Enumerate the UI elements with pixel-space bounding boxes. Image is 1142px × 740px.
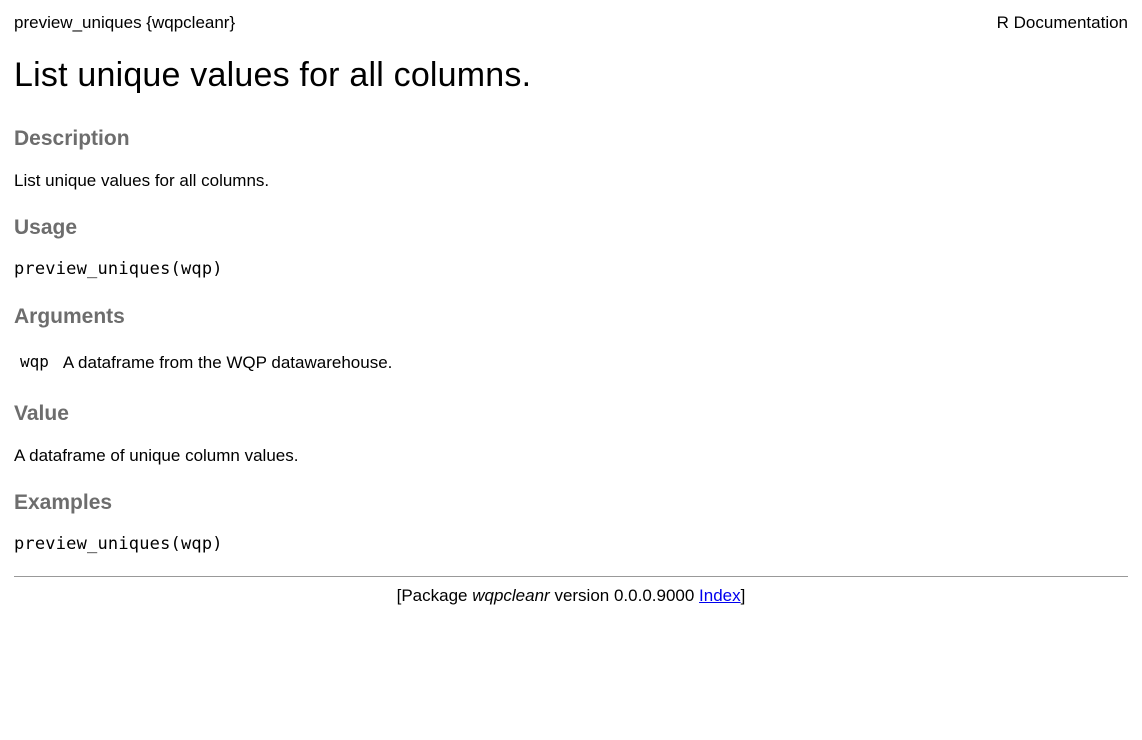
section-heading-value: Value [14,398,1128,430]
section-heading-description: Description [14,123,1128,155]
examples-code: preview_uniques(wqp) [14,532,1128,558]
argument-name: wqp [14,346,63,380]
footer: [Package wqpcleanr version 0.0.0.9000 In… [14,583,1128,609]
description-text: List unique values for all columns. [14,168,1128,194]
value-text: A dataframe of unique column values. [14,443,1128,469]
usage-code: preview_uniques(wqp) [14,257,1128,283]
footer-version: version 0.0.0.9000 [550,586,699,605]
footer-suffix: ] [741,586,746,605]
footer-index-link[interactable]: Index [699,586,741,605]
footer-prefix: [Package [397,586,473,605]
page-title: List unique values for all columns. [14,50,1128,101]
argument-row: wqp A dataframe from the WQP datawarehou… [14,346,400,380]
section-heading-usage: Usage [14,212,1128,244]
doc-header: preview_uniques {wqpcleanr} R Documentat… [14,10,1128,36]
section-heading-arguments: Arguments [14,301,1128,333]
footer-divider [14,576,1128,577]
arguments-table: wqp A dataframe from the WQP datawarehou… [14,346,400,380]
doc-type-label: R Documentation [997,10,1128,36]
argument-description: A dataframe from the WQP datawarehouse. [63,346,400,380]
topic-package: preview_uniques {wqpcleanr} [14,10,235,36]
section-heading-examples: Examples [14,487,1128,519]
footer-package-name: wqpcleanr [472,586,550,605]
